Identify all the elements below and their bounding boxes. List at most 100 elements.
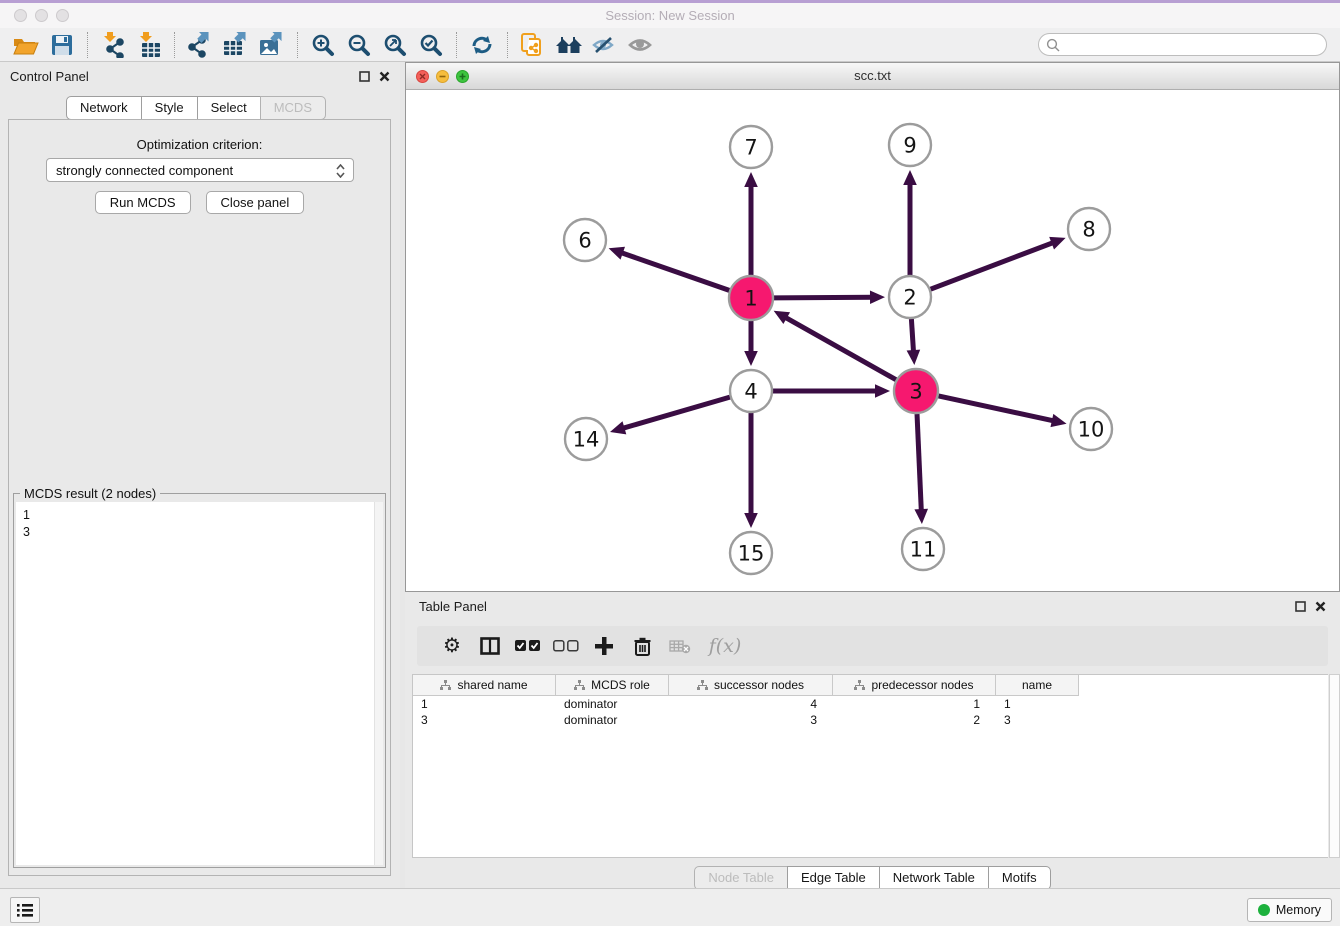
- memory-button[interactable]: Memory: [1247, 898, 1332, 922]
- apply-layout-button[interactable]: [464, 30, 500, 60]
- tab-mcds[interactable]: MCDS: [260, 96, 326, 120]
- graph-node-label: 14: [573, 428, 600, 452]
- node-table[interactable]: shared nameMCDS rolesuccessor nodesprede…: [412, 674, 1328, 858]
- tab-motifs[interactable]: Motifs: [988, 866, 1051, 890]
- show-all-button[interactable]: [623, 30, 659, 60]
- delete-columns-button[interactable]: [623, 629, 661, 663]
- tab-network[interactable]: Network: [66, 96, 142, 120]
- mcds-result-area[interactable]: 1 3: [16, 502, 383, 865]
- memory-label: Memory: [1276, 903, 1321, 917]
- table-cell[interactable]: 3: [669, 712, 833, 728]
- graph-node-label: 6: [578, 229, 591, 253]
- control-panel-header: Control Panel: [0, 62, 400, 90]
- trash-icon: [634, 637, 651, 656]
- graph-node-label: 10: [1078, 418, 1105, 442]
- graph-edge-3-10[interactable]: [938, 396, 1055, 421]
- column-header-shared-name[interactable]: shared name: [413, 675, 556, 696]
- search-input[interactable]: [1064, 37, 1326, 52]
- hide-selected-button[interactable]: [587, 30, 623, 60]
- save-session-button[interactable]: [44, 30, 80, 60]
- function-builder-button[interactable]: f(x): [699, 629, 751, 663]
- export-image-button[interactable]: [254, 30, 290, 60]
- table-cell[interactable]: 3: [996, 712, 1079, 728]
- graph-edge-4-14[interactable]: [621, 397, 730, 429]
- criterion-select[interactable]: strongly connected component: [46, 158, 354, 182]
- graph-edge-1-2[interactable]: [774, 297, 874, 298]
- export-network-button[interactable]: [182, 30, 218, 60]
- column-header-predecessor-nodes[interactable]: predecessor nodes: [833, 675, 996, 696]
- select-all-columns-button[interactable]: [509, 629, 547, 663]
- table-options-button[interactable]: ⚙: [433, 629, 471, 663]
- run-mcds-button[interactable]: Run MCDS: [95, 191, 191, 214]
- control-panel-title: Control Panel: [10, 69, 359, 84]
- export-table-button[interactable]: [218, 30, 254, 60]
- function-icon: f(x): [709, 635, 742, 657]
- status-bar: Memory: [0, 888, 1340, 926]
- column-type-icon: [440, 680, 451, 691]
- open-folder-icon: [13, 34, 39, 56]
- zoom-selected-button[interactable]: [413, 30, 449, 60]
- table-row[interactable]: 1dominator411: [413, 696, 1328, 712]
- graph-edge-1-6[interactable]: [619, 252, 729, 291]
- column-header-MCDS-role[interactable]: MCDS role: [556, 675, 669, 696]
- delete-table-button[interactable]: [661, 629, 699, 663]
- open-session-button[interactable]: [8, 30, 44, 60]
- float-panel-icon[interactable]: [359, 71, 370, 82]
- graph-edge-3-1[interactable]: [783, 316, 896, 380]
- table-row[interactable]: 3dominator323: [413, 712, 1328, 728]
- import-network-button[interactable]: [95, 30, 131, 60]
- float-panel-icon[interactable]: [1295, 601, 1306, 612]
- graph-edge-arrowhead: [1049, 237, 1065, 250]
- network-window-title: scc.txt: [406, 68, 1339, 83]
- add-column-button[interactable]: [585, 629, 623, 663]
- graph-node-label: 2: [903, 286, 916, 310]
- toolbar-separator: [456, 32, 457, 58]
- clone-network-icon: [520, 32, 546, 58]
- column-header-successor-nodes[interactable]: successor nodes: [669, 675, 833, 696]
- tab-edge-table[interactable]: Edge Table: [787, 866, 880, 890]
- table-scrollbar-track[interactable]: [1329, 674, 1340, 858]
- table-cell[interactable]: 1: [996, 696, 1079, 712]
- table-cell[interactable]: 1: [413, 696, 556, 712]
- table-cell[interactable]: dominator: [556, 712, 669, 728]
- close-panel-icon[interactable]: [1315, 601, 1326, 612]
- close-panel-icon[interactable]: [379, 71, 390, 82]
- network-canvas[interactable]: 7968124314101511: [406, 90, 1339, 591]
- graph-node-label: 11: [910, 538, 937, 562]
- control-panel-tabs: Network Style Select MCDS: [0, 96, 392, 120]
- clone-network-button[interactable]: [515, 30, 551, 60]
- tab-style[interactable]: Style: [141, 96, 198, 120]
- tab-node-table[interactable]: Node Table: [694, 866, 788, 890]
- unselect-all-columns-button[interactable]: [547, 629, 585, 663]
- graph-edge-3-11[interactable]: [917, 414, 921, 513]
- tab-network-table[interactable]: Network Table: [879, 866, 989, 890]
- table-cell[interactable]: 4: [669, 696, 833, 712]
- zoom-out-button[interactable]: [341, 30, 377, 60]
- network-window-titlebar[interactable]: scc.txt: [406, 63, 1339, 90]
- search-icon: [1046, 38, 1060, 52]
- eye-icon: [627, 35, 655, 55]
- table-cell[interactable]: 1: [833, 696, 996, 712]
- first-neighbors-button[interactable]: [551, 30, 587, 60]
- column-header-name[interactable]: name: [996, 675, 1079, 696]
- graph-edge-2-8[interactable]: [931, 242, 1056, 289]
- mcds-result-line: 1: [23, 507, 376, 524]
- zoom-fit-button[interactable]: [377, 30, 413, 60]
- import-table-button[interactable]: [131, 30, 167, 60]
- show-columns-button[interactable]: [471, 629, 509, 663]
- graph-node-label: 15: [738, 542, 765, 566]
- columns-icon: [480, 637, 500, 655]
- graph-edge-2-3[interactable]: [911, 319, 913, 354]
- table-body: 1dominator4113dominator323: [413, 696, 1328, 728]
- graph-node-label: 4: [744, 380, 757, 404]
- table-cell[interactable]: 3: [413, 712, 556, 728]
- result-scrollbar-track[interactable]: [374, 502, 383, 865]
- mcds-result-group: MCDS result (2 nodes) 1 3: [13, 493, 386, 868]
- network-graph[interactable]: 7968124314101511: [406, 90, 1339, 591]
- tab-select[interactable]: Select: [197, 96, 261, 120]
- show-panels-button[interactable]: [10, 897, 40, 923]
- table-cell[interactable]: dominator: [556, 696, 669, 712]
- table-cell[interactable]: 2: [833, 712, 996, 728]
- close-panel-button[interactable]: Close panel: [206, 191, 305, 214]
- zoom-in-button[interactable]: [305, 30, 341, 60]
